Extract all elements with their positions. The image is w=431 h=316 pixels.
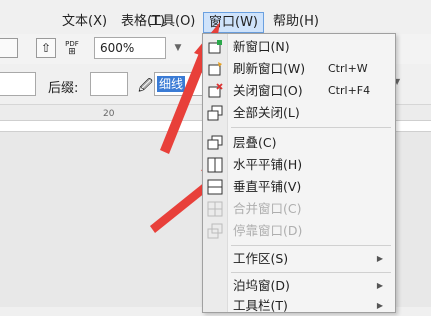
submenu-arrow-icon: ▶ — [376, 301, 383, 310]
menu-item-close-all[interactable]: 全部关闭(L) — [203, 102, 395, 124]
menu-item-dock-window: 停靠窗口(D) — [203, 220, 395, 242]
menu-item-cascade[interactable]: 层叠(C) — [203, 132, 395, 154]
menu-item-dockers[interactable]: 泊坞窗(D) ▶ — [203, 274, 395, 298]
window-menu-dropdown: 新窗口(N) 刷新窗口(W) Ctrl+W 关闭窗口(O) Ctrl+F4 全部… — [202, 33, 396, 313]
menu-item-close-window[interactable]: 关闭窗口(O) Ctrl+F4 — [203, 80, 395, 102]
cascade-icon — [207, 135, 223, 151]
merge-window-icon — [207, 201, 223, 217]
close-all-icon — [207, 105, 223, 121]
submenu-arrow-icon: ▶ — [376, 281, 383, 290]
close-window-icon — [207, 83, 223, 99]
refresh-window-icon — [207, 61, 223, 77]
submenu-arrow-icon: ▶ — [376, 254, 383, 263]
menu-item-tile-horizontal[interactable]: 水平平铺(H) — [203, 154, 395, 176]
tile-horizontal-icon — [207, 157, 223, 173]
menu-item-refresh-window[interactable]: 刷新窗口(W) Ctrl+W — [203, 58, 395, 80]
menu-item-new-window[interactable]: 新窗口(N) — [203, 36, 395, 58]
menu-item-workspace[interactable]: 工作区(S) ▶ — [203, 247, 395, 271]
menu-item-toolbars[interactable]: 工具栏(T) ▶ — [203, 296, 395, 316]
new-window-icon — [207, 39, 223, 55]
menu-item-tile-vertical[interactable]: 垂直平铺(V) — [203, 176, 395, 198]
menu-item-merge-window: 合并窗口(C) — [203, 198, 395, 220]
tile-vertical-icon — [207, 179, 223, 195]
dock-window-icon — [207, 223, 223, 239]
